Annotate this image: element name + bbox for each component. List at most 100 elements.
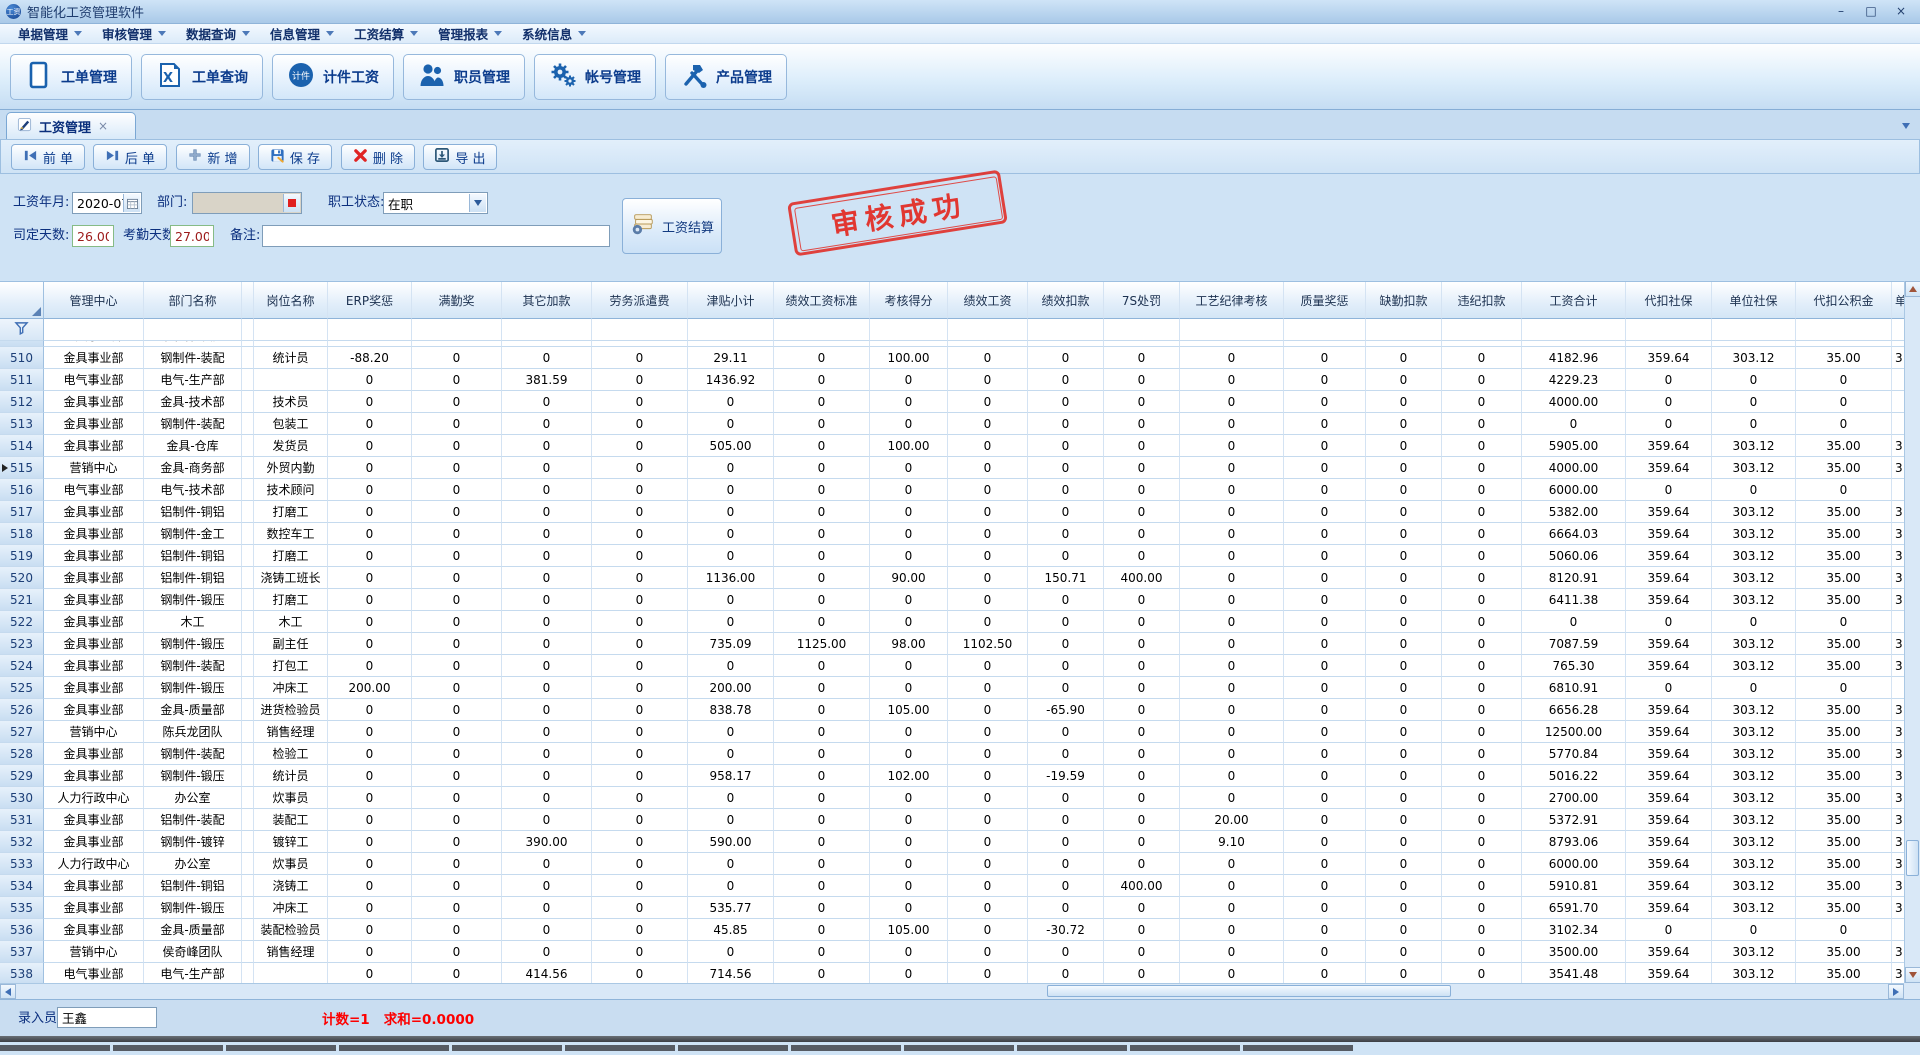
column-header[interactable]: 满勤奖 bbox=[412, 282, 502, 319]
table-row[interactable]: 536金具事业部金具-质量部装配检验员000045.850105.000-30.… bbox=[0, 919, 1904, 941]
grid-cell[interactable]: 0 bbox=[1104, 435, 1180, 457]
vertical-scroll-thumb[interactable] bbox=[1906, 840, 1919, 876]
grid-cell[interactable]: 35.00 bbox=[1796, 809, 1892, 831]
grid-cell[interactable]: 35.00 bbox=[1796, 941, 1892, 963]
grid-cell[interactable]: 0 bbox=[1180, 721, 1284, 743]
grid-cell[interactable]: 铝制件-装配 bbox=[144, 809, 242, 831]
grid-cell[interactable]: 铝制件-铜铝 bbox=[144, 501, 242, 523]
grid-cell[interactable]: 0 bbox=[412, 633, 502, 655]
filter-cell[interactable] bbox=[328, 319, 412, 341]
grid-cell[interactable]: 0 bbox=[328, 457, 412, 479]
grid-cell[interactable]: 0 bbox=[1712, 413, 1796, 435]
grid-cell[interactable]: 0 bbox=[870, 787, 948, 809]
row-number[interactable]: 522 bbox=[0, 611, 44, 633]
table-row[interactable]: 515营销中心金具-商务部外贸内勤000000000000004000.0035… bbox=[0, 457, 1904, 479]
grid-cell[interactable]: 0 bbox=[412, 589, 502, 611]
grid-cell[interactable]: 0 bbox=[328, 831, 412, 853]
grid-cell[interactable]: 0 bbox=[592, 633, 688, 655]
grid-cell[interactable]: 0 bbox=[1442, 963, 1522, 983]
grid-cell[interactable]: 6664.03 bbox=[1522, 523, 1626, 545]
grid-cell[interactable]: 0 bbox=[502, 347, 592, 369]
grid-cell[interactable]: 金具事业部 bbox=[44, 655, 144, 677]
filter-cell[interactable] bbox=[1180, 319, 1284, 341]
grid-cell[interactable]: 0 bbox=[774, 941, 870, 963]
grid-cell[interactable]: 5382.00 bbox=[1522, 501, 1626, 523]
grid-cell[interactable]: 0 bbox=[328, 963, 412, 983]
grid-cell[interactable]: 包装工 bbox=[254, 413, 328, 435]
grid-cell[interactable]: 303.12 bbox=[1712, 545, 1796, 567]
grid-cell[interactable]: 销售经理 bbox=[254, 941, 328, 963]
grid-cell[interactable]: 电气-技术部 bbox=[144, 479, 242, 501]
grid-cell[interactable]: 0 bbox=[948, 611, 1028, 633]
grid-cell[interactable]: 1125.00 bbox=[774, 633, 870, 655]
grid-cell[interactable]: 0 bbox=[1442, 479, 1522, 501]
grid-cell[interactable]: 0 bbox=[1028, 633, 1104, 655]
filter-cell[interactable] bbox=[1626, 319, 1712, 341]
grid-cell[interactable]: 0 bbox=[870, 523, 948, 545]
grid-cell[interactable]: 0 bbox=[1366, 919, 1442, 941]
grid-cell[interactable]: 0 bbox=[1284, 721, 1366, 743]
grid-cell[interactable]: 0 bbox=[1284, 611, 1366, 633]
grid-cell[interactable]: 29.11 bbox=[688, 347, 774, 369]
vertical-scrollbar[interactable] bbox=[1904, 281, 1920, 983]
grid-cell[interactable] bbox=[242, 391, 254, 413]
grid-cell[interactable]: 0 bbox=[1104, 831, 1180, 853]
grid-cell[interactable]: 金具事业部 bbox=[44, 545, 144, 567]
grid-cell[interactable]: 0 bbox=[948, 545, 1028, 567]
grid-cell[interactable]: 0 bbox=[1104, 699, 1180, 721]
grid-cell[interactable]: 0 bbox=[1366, 787, 1442, 809]
grid-cell[interactable]: 3 bbox=[1892, 347, 1904, 369]
grid-cell[interactable] bbox=[242, 963, 254, 983]
grid-cell[interactable]: 0 bbox=[328, 721, 412, 743]
grid-cell[interactable] bbox=[242, 743, 254, 765]
grid-cell[interactable]: 0 bbox=[1180, 853, 1284, 875]
scroll-down-arrow-icon[interactable] bbox=[1905, 967, 1920, 983]
grid-cell[interactable]: 0 bbox=[688, 853, 774, 875]
column-header[interactable] bbox=[242, 282, 254, 319]
grid-cell[interactable]: 0 bbox=[1442, 391, 1522, 413]
grid-cell[interactable]: 0 bbox=[1796, 611, 1892, 633]
grid-cell[interactable]: 0 bbox=[870, 655, 948, 677]
grid-cell[interactable]: 0 bbox=[870, 589, 948, 611]
row-number[interactable]: 536 bbox=[0, 919, 44, 941]
row-number[interactable]: 524 bbox=[0, 655, 44, 677]
toolbar-button[interactable]: 帐号管理 bbox=[534, 54, 656, 100]
table-row[interactable]: 533人力行政中心办公室炊事员000000000000006000.00359.… bbox=[0, 853, 1904, 875]
grid-cell[interactable]: 0 bbox=[870, 391, 948, 413]
table-row[interactable]: 527营销中心陈兵龙团队销售经理0000000000000012500.0035… bbox=[0, 721, 1904, 743]
grid-cell[interactable] bbox=[242, 567, 254, 589]
row-number[interactable]: 510 bbox=[0, 347, 44, 369]
grid-cell[interactable]: 0 bbox=[948, 875, 1028, 897]
grid-cell[interactable]: 0 bbox=[1366, 765, 1442, 787]
grid-cell[interactable]: 303.12 bbox=[1712, 941, 1796, 963]
row-number[interactable]: 525 bbox=[0, 677, 44, 699]
grid-cell[interactable]: 12500.00 bbox=[1522, 721, 1626, 743]
menu-item[interactable]: 数据查询 bbox=[176, 24, 260, 44]
grid-cell[interactable]: 0 bbox=[774, 743, 870, 765]
grid-cell[interactable]: 金具事业部 bbox=[44, 611, 144, 633]
grid-cell[interactable]: 0 bbox=[688, 457, 774, 479]
grid-cell[interactable]: 0 bbox=[412, 611, 502, 633]
grid-cell[interactable]: 0 bbox=[502, 809, 592, 831]
grid-cell[interactable]: 0 bbox=[328, 875, 412, 897]
grid-cell[interactable]: 0 bbox=[1442, 523, 1522, 545]
grid-cell[interactable]: 侯奇峰团队 bbox=[144, 941, 242, 963]
grid-cell[interactable]: 钢制件-锻压 bbox=[144, 677, 242, 699]
grid-cell[interactable]: 铝制件-铜铝 bbox=[144, 875, 242, 897]
grid-cell[interactable]: 0 bbox=[1180, 501, 1284, 523]
grid-cell[interactable]: 0 bbox=[1366, 501, 1442, 523]
grid-cell[interactable]: 0 bbox=[1366, 611, 1442, 633]
grid-cell[interactable]: 0 bbox=[1796, 391, 1892, 413]
grid-cell[interactable]: 0 bbox=[870, 941, 948, 963]
grid-cell[interactable]: 0 bbox=[1028, 655, 1104, 677]
table-row[interactable]: 531金具事业部铝制件-装配装配工000000000020.000005372.… bbox=[0, 809, 1904, 831]
chevron-down-icon[interactable] bbox=[469, 194, 486, 212]
grid-cell[interactable]: 3 bbox=[1892, 963, 1904, 983]
grid-cell[interactable]: 0 bbox=[688, 721, 774, 743]
filter-cell[interactable] bbox=[502, 319, 592, 341]
grid-cell[interactable]: 0 bbox=[1442, 941, 1522, 963]
grid-cell[interactable]: 0 bbox=[774, 831, 870, 853]
table-row[interactable]: 523金具事业部钢制件-锻压副主任0000735.091125.0098.001… bbox=[0, 633, 1904, 655]
grid-cell[interactable]: 0 bbox=[412, 831, 502, 853]
grid-cell[interactable]: 0 bbox=[688, 479, 774, 501]
